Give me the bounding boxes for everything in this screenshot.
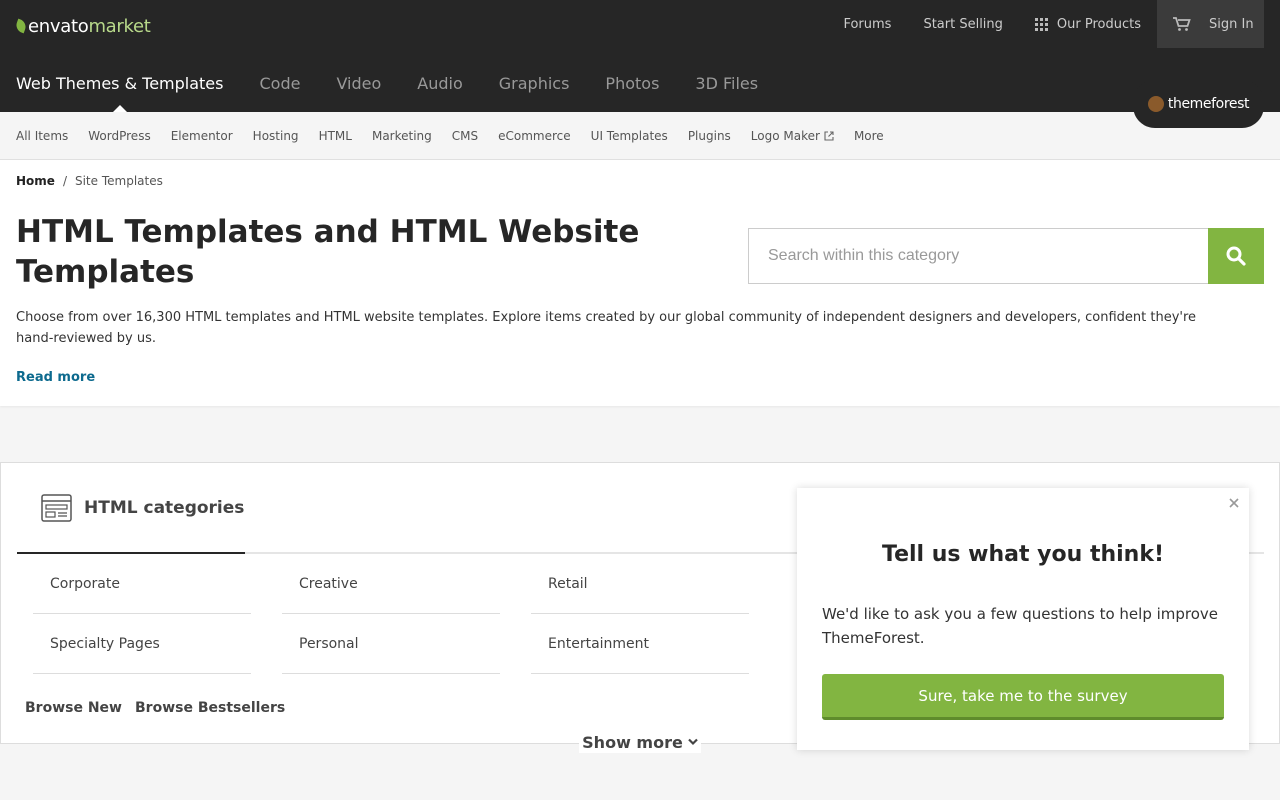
forums-link[interactable]: Forums (843, 17, 891, 32)
template-icon (41, 493, 72, 522)
sign-in-link[interactable]: Sign In (1209, 17, 1254, 32)
subnav-ecommerce[interactable]: eCommerce (498, 129, 571, 143)
subnav-elementor[interactable]: Elementor (171, 129, 233, 143)
survey-popup: Tell us what you think! We'd like to ask… (797, 488, 1249, 750)
subnav-more[interactable]: More (854, 129, 884, 143)
chevron-down-icon (688, 738, 698, 746)
subnav-html[interactable]: HTML (319, 129, 352, 143)
search-input[interactable] (748, 228, 1208, 284)
sub-nav: All Items WordPress Elementor Hosting HT… (0, 112, 1280, 160)
subnav-all-items[interactable]: All Items (16, 129, 68, 143)
subnav-logo-maker[interactable]: Logo Maker (751, 129, 834, 143)
show-more-label: Show more (582, 732, 683, 752)
survey-title: Tell us what you think! (882, 542, 1164, 567)
tab-photos[interactable]: Photos (605, 56, 659, 112)
cart-icon[interactable] (1173, 17, 1191, 31)
breadcrumb-separator: / (62, 174, 67, 188)
subnav-marketing[interactable]: Marketing (372, 129, 432, 143)
subnav-hosting[interactable]: Hosting (253, 129, 299, 143)
show-more-button[interactable]: Show more (579, 731, 701, 753)
survey-text: We'd like to ask you a few questions to … (822, 605, 1219, 647)
cart-signin-group: Sign In (1157, 0, 1264, 48)
subnav-plugins[interactable]: Plugins (688, 129, 731, 143)
category-search (748, 228, 1264, 284)
tab-3d-files[interactable]: 3D Files (695, 56, 758, 112)
envato-market-logo[interactable]: envato market (14, 14, 151, 38)
our-products-link[interactable]: Our Products (1034, 16, 1141, 32)
apps-grid-icon (1034, 17, 1048, 31)
top-links: Forums Start Selling Our Products Sign I… (811, 0, 1264, 48)
logo-maker-label: Logo Maker (750, 128, 820, 143)
category-entertainment[interactable]: Entertainment (531, 614, 749, 674)
category-creative[interactable]: Creative (282, 554, 500, 614)
logo-text-sub: market (88, 15, 151, 37)
tab-html-categories[interactable]: HTML categories (17, 463, 245, 554)
breadcrumb: Home / Site Templates (16, 174, 163, 188)
breadcrumb-current: Site Templates (74, 174, 163, 188)
our-products-label: Our Products (1056, 16, 1141, 32)
page-title: HTML Templates and HTML Website Template… (16, 214, 640, 290)
external-link-icon (824, 130, 834, 141)
browse-bestsellers-link[interactable]: Browse Bestsellers (135, 700, 285, 716)
tab-video[interactable]: Video (336, 56, 381, 112)
close-icon[interactable] (1227, 496, 1241, 510)
subnav-cms[interactable]: CMS (452, 129, 478, 143)
tab-code[interactable]: Code (259, 56, 300, 112)
top-bar: envato market Forums Start Selling Our Pr… (0, 0, 1280, 112)
search-icon (1226, 246, 1246, 266)
themeforest-logo-icon (1147, 96, 1164, 112)
read-more-link[interactable]: Read more (16, 370, 95, 385)
category-header: Home / Site Templates HTML Templates and… (0, 160, 1280, 406)
themeforest-badge[interactable]: themeforest (1133, 80, 1264, 128)
panel-title: HTML categories (84, 497, 245, 518)
tab-graphics[interactable]: Graphics (499, 56, 570, 112)
subnav-wordpress[interactable]: WordPress (88, 129, 150, 143)
category-personal[interactable]: Personal (282, 614, 500, 674)
category-description: Choose from over 16,300 HTML templates a… (16, 310, 1197, 346)
category-specialty-pages[interactable]: Specialty Pages (33, 614, 251, 674)
tab-audio[interactable]: Audio (417, 56, 462, 112)
browse-new-link[interactable]: Browse New (25, 700, 122, 716)
take-survey-button[interactable]: Sure, take me to the survey (822, 674, 1224, 720)
search-button[interactable] (1208, 228, 1264, 284)
start-selling-link[interactable]: Start Selling (923, 17, 1002, 32)
category-retail[interactable]: Retail (531, 554, 749, 614)
logo-text-main: envato (28, 15, 89, 37)
breadcrumb-home[interactable]: Home (16, 174, 55, 188)
leaf-icon (14, 18, 28, 34)
tab-web-themes[interactable]: Web Themes & Templates (16, 56, 223, 112)
category-nav: Web Themes & Templates Code Video Audio … (16, 56, 794, 112)
category-corporate[interactable]: Corporate (33, 554, 251, 614)
themeforest-badge-text: themeforest (1167, 96, 1250, 112)
subnav-ui-templates[interactable]: UI Templates (591, 129, 668, 143)
